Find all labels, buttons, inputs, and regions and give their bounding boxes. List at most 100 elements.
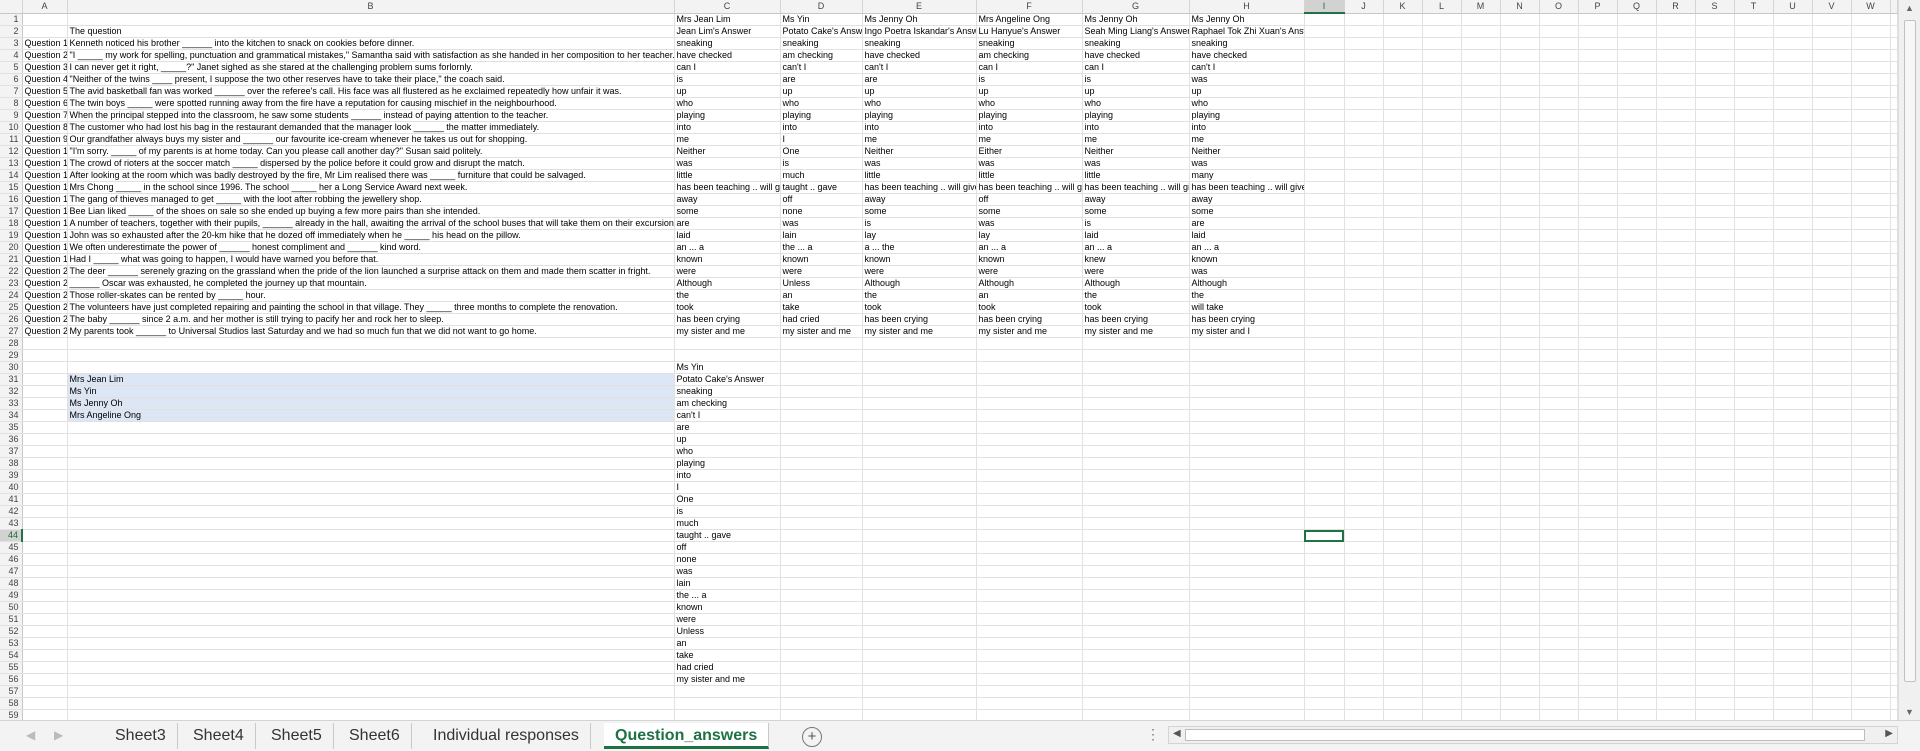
cell-f40[interactable] [976,481,1083,494]
cell-o56[interactable] [1539,673,1579,686]
cell-g11[interactable]: me [1082,133,1190,146]
cell-q24[interactable] [1617,289,1657,302]
cell-o10[interactable] [1539,121,1579,134]
cell-m24[interactable] [1461,289,1501,302]
cell-v8[interactable] [1812,97,1852,110]
cell-s23[interactable] [1695,277,1735,290]
cell-b51[interactable] [67,613,675,626]
cell-t2[interactable] [1734,25,1774,38]
row-header[interactable]: 40 [0,481,23,494]
cell-b6[interactable]: "Neither of the twins ____ present, I su… [67,73,675,86]
cell-b7[interactable]: The avid basketball fan was worked _____… [67,85,675,98]
cell-q28[interactable] [1617,337,1657,350]
cell-k35[interactable] [1383,421,1423,434]
cell-u8[interactable] [1773,97,1813,110]
cell-e9[interactable]: playing [862,109,977,122]
cell-b42[interactable] [67,505,675,518]
cell-b36[interactable] [67,433,675,446]
cell-i11[interactable] [1304,133,1345,146]
cell-b23[interactable]: ______ Oscar was exhausted, he completed… [67,277,675,290]
cell-k38[interactable] [1383,457,1423,470]
cell-o20[interactable] [1539,241,1579,254]
cell-d43[interactable] [780,517,863,530]
cell-a12[interactable]: Question 10 [22,145,68,158]
cell-v47[interactable] [1812,565,1852,578]
cell-o53[interactable] [1539,637,1579,650]
cell-v28[interactable] [1812,337,1852,350]
cell-e41[interactable] [862,493,977,506]
cell-n48[interactable] [1500,577,1540,590]
cell-l24[interactable] [1422,289,1462,302]
cell-j4[interactable] [1344,49,1384,62]
cell-j24[interactable] [1344,289,1384,302]
cell-o52[interactable] [1539,625,1579,638]
cell-w42[interactable] [1851,505,1891,518]
cell-d55[interactable] [780,661,863,674]
sheet-tab-sheet6[interactable]: Sheet6 [338,723,412,749]
cell-q7[interactable] [1617,85,1657,98]
cell-l4[interactable] [1422,49,1462,62]
cell-s58[interactable] [1695,697,1735,710]
cell-p29[interactable] [1578,349,1618,362]
cell-w48[interactable] [1851,577,1891,590]
cell-b58[interactable] [67,697,675,710]
cell-q46[interactable] [1617,553,1657,566]
cell-c53[interactable]: an [674,637,781,650]
cell-q37[interactable] [1617,445,1657,458]
cell-b17[interactable]: Bee Lian liked _____ of the shoes on sal… [67,205,675,218]
cell-i16[interactable] [1304,193,1345,206]
cell-q53[interactable] [1617,637,1657,650]
row-header[interactable]: 48 [0,577,23,590]
cell-j48[interactable] [1344,577,1384,590]
cell-u47[interactable] [1773,565,1813,578]
cell-o50[interactable] [1539,601,1579,614]
cell-p7[interactable] [1578,85,1618,98]
cell-d48[interactable] [780,577,863,590]
cell-f19[interactable]: lay [976,229,1083,242]
cell-h53[interactable] [1189,637,1305,650]
cell-w28[interactable] [1851,337,1891,350]
cell-s9[interactable] [1695,109,1735,122]
cell-q31[interactable] [1617,373,1657,386]
cell-w56[interactable] [1851,673,1891,686]
cell-b30[interactable] [67,361,675,374]
cell-v58[interactable] [1812,697,1852,710]
cell-n25[interactable] [1500,301,1540,314]
cell-e5[interactable]: can't I [862,61,977,74]
cell-a20[interactable]: Question 18 [22,241,68,254]
cell-k4[interactable] [1383,49,1423,62]
cell-b11[interactable]: Our grandfather always buys my sister an… [67,133,675,146]
cell-w43[interactable] [1851,517,1891,530]
cell-m21[interactable] [1461,253,1501,266]
cell-e8[interactable]: who [862,97,977,110]
cell-t52[interactable] [1734,625,1774,638]
cell-b18[interactable]: A number of teachers, together with thei… [67,217,675,230]
cell-q6[interactable] [1617,73,1657,86]
cell-h10[interactable]: into [1189,121,1305,134]
cell-u2[interactable] [1773,25,1813,38]
cell-d31[interactable] [780,373,863,386]
cell-s52[interactable] [1695,625,1735,638]
cell-q40[interactable] [1617,481,1657,494]
cell-c46[interactable]: none [674,553,781,566]
cell-s2[interactable] [1695,25,1735,38]
cell-h30[interactable] [1189,361,1305,374]
cell-j47[interactable] [1344,565,1384,578]
cell-c18[interactable]: are [674,217,781,230]
cell-i3[interactable] [1304,37,1345,50]
cell-n41[interactable] [1500,493,1540,506]
cell-g1[interactable]: Ms Jenny Oh [1082,13,1190,26]
cell-r30[interactable] [1656,361,1696,374]
cell-l41[interactable] [1422,493,1462,506]
cell-e25[interactable]: took [862,301,977,314]
cell-n50[interactable] [1500,601,1540,614]
cell-c45[interactable]: off [674,541,781,554]
cell-f23[interactable]: Although [976,277,1083,290]
cell-p41[interactable] [1578,493,1618,506]
cell-r32[interactable] [1656,385,1696,398]
cell-r24[interactable] [1656,289,1696,302]
cell-v37[interactable] [1812,445,1852,458]
cell-s41[interactable] [1695,493,1735,506]
cell-i30[interactable] [1304,361,1345,374]
cell-u36[interactable] [1773,433,1813,446]
